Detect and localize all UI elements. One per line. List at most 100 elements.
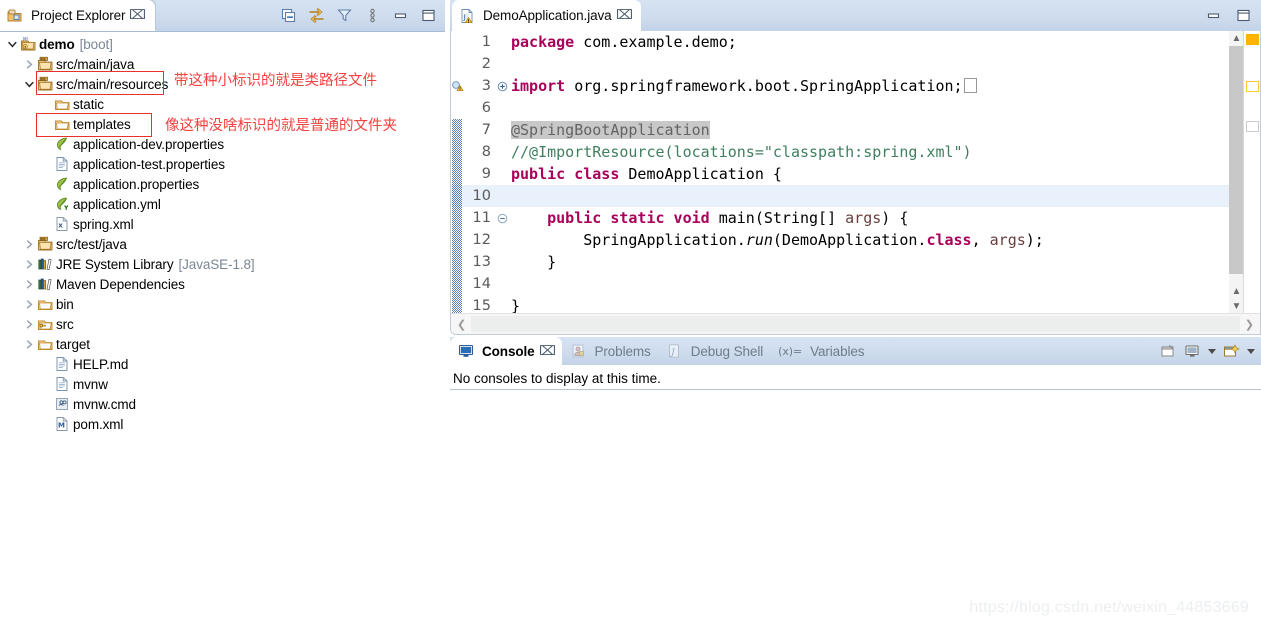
editor-body[interactable]: 1 package com.example.demo; 2 3 import org.s…	[450, 31, 1261, 335]
close-icon[interactable]: ⌧	[615, 9, 632, 22]
view-menu-icon[interactable]	[364, 7, 381, 24]
console-tab-list[interactable]: Console ⌧ Problems J Debug Shell (x)= Variable…	[450, 337, 872, 365]
tab-console[interactable]: Console ⌧	[450, 337, 563, 365]
code-line[interactable]: 7 @SpringBootApplication	[451, 119, 1244, 141]
chevron-right-icon[interactable]	[23, 298, 36, 311]
minimize-icon[interactable]	[392, 7, 409, 24]
tree-item-application-test-properties[interactable]: application-test.properties	[0, 154, 445, 174]
chevron-right-icon[interactable]	[23, 238, 36, 251]
tree-item-label: demo	[39, 36, 75, 52]
code-line[interactable]: 1 package com.example.demo;	[451, 31, 1244, 53]
chevron-down-icon[interactable]	[23, 78, 36, 91]
tree-item-mvnw[interactable]: mvnw	[0, 374, 445, 394]
new-console-view-icon[interactable]	[1223, 343, 1240, 360]
fold-expand-icon[interactable]	[495, 81, 509, 92]
chevron-right-icon[interactable]	[23, 338, 36, 351]
java-warning-icon: J	[458, 8, 475, 24]
code-lines[interactable]: 1 package com.example.demo; 2 3 import org.s…	[451, 31, 1244, 317]
code-text: @SpringBootApplication	[511, 121, 710, 139]
fold-collapse-icon[interactable]	[495, 213, 509, 224]
code-line[interactable]: 12 SpringApplication.run(DemoApplication…	[451, 229, 1244, 251]
change-bar-marker	[451, 141, 465, 163]
maven-project-icon: MJ	[19, 36, 36, 52]
text-file-icon	[53, 376, 70, 392]
code-text: package com.example.demo;	[511, 33, 737, 51]
overview-marker[interactable]	[1246, 121, 1259, 132]
scroll-down-arrow[interactable]: ▼	[1229, 299, 1244, 314]
chevron-right-icon[interactable]	[23, 278, 36, 291]
hscroll-left-arrow[interactable]: ❮	[451, 318, 472, 331]
tree-item-label: src	[56, 316, 74, 332]
library-icon	[36, 256, 53, 272]
editor-horizontal-scrollbar[interactable]: ❮ ❯	[451, 313, 1260, 334]
maximize-icon[interactable]	[420, 7, 437, 24]
console-tab-label: Variables	[810, 343, 865, 359]
tree-item-target[interactable]: target	[0, 334, 445, 354]
code-line[interactable]: 11 public static void main(String[] args…	[451, 207, 1244, 229]
tree-item-label: pom.xml	[73, 416, 124, 432]
filter-icon[interactable]	[336, 7, 353, 24]
code-line[interactable]: 3 import org.springframework.boot.SpringA…	[451, 75, 1244, 97]
editor-overview-ruler[interactable]	[1243, 31, 1260, 314]
tree-item-pom-xml[interactable]: Mpom.xml	[0, 414, 445, 434]
link-with-editor-icon[interactable]	[308, 7, 325, 24]
console-body[interactable]: No consoles to display at this time.	[450, 365, 1261, 623]
close-icon[interactable]: ⌧	[538, 345, 555, 358]
tree-item-application-properties[interactable]: application.properties	[0, 174, 445, 194]
tree-item-demo[interactable]: M Jdemo [boot]	[0, 34, 445, 54]
new-console-dropdown-icon[interactable]	[1247, 348, 1255, 354]
tab-project-explorer[interactable]: Project Explorer ⌧	[0, 0, 156, 31]
code-line[interactable]: 9 public class DemoApplication {	[451, 163, 1244, 185]
code-line[interactable]: 13 }	[451, 251, 1244, 273]
code-line[interactable]: 6	[451, 97, 1244, 119]
tree-item-src-test-java[interactable]: src/test/java	[0, 234, 445, 254]
chevron-right-icon[interactable]	[23, 258, 36, 271]
hscroll-right-arrow[interactable]: ❯	[1239, 318, 1260, 331]
scroll-up-arrow[interactable]: ▲	[1229, 31, 1244, 46]
tree-item-jre-system-library[interactable]: JRE System Library [JavaSE-1.8]	[0, 254, 445, 274]
chevron-down-icon[interactable]	[6, 38, 19, 51]
scroll-thumb[interactable]	[1229, 46, 1244, 274]
tab-demoapplication-java[interactable]: J DemoApplication.java ⌧	[452, 0, 641, 31]
tab-problems[interactable]: Problems	[562, 337, 658, 365]
text-file-icon	[53, 156, 70, 172]
tab-debug-shell[interactable]: J Debug Shell	[659, 337, 771, 365]
maximize-icon[interactable]	[1235, 7, 1252, 24]
tree-item-bin[interactable]: bin	[0, 294, 445, 314]
tree-item-static[interactable]: static	[0, 94, 445, 114]
minimize-icon[interactable]	[1205, 7, 1222, 24]
chevron-right-icon[interactable]	[23, 58, 36, 71]
hscroll-track[interactable]	[471, 316, 1240, 332]
tree-item-label: Maven Dependencies	[56, 276, 185, 292]
code-line[interactable]: 10	[451, 185, 1244, 207]
scroll-down-arrow-upper[interactable]: ▲	[1229, 284, 1244, 299]
display-selected-console-icon[interactable]	[1184, 343, 1201, 360]
console-tab-label: Console	[482, 343, 535, 359]
tree-item-application-yml[interactable]: application.yml	[0, 194, 445, 214]
chevron-right-icon[interactable]	[23, 318, 36, 331]
project-explorer-tab-label: Project Explorer	[31, 8, 126, 23]
tree-item-help-md[interactable]: HELP.md	[0, 354, 445, 374]
console-tab-label: Problems	[594, 343, 651, 359]
tree-item-src[interactable]: src	[0, 314, 445, 334]
code-line[interactable]: 8//@ImportResource(locations="classpath:…	[451, 141, 1244, 163]
close-icon[interactable]: ⌧	[129, 9, 146, 22]
code-line[interactable]: 2	[451, 53, 1244, 75]
overview-marker[interactable]	[1246, 34, 1259, 45]
problems-icon	[569, 343, 586, 359]
editor-vertical-scrollbar[interactable]: ▲ ▲ ▼	[1229, 31, 1244, 314]
overview-marker[interactable]	[1246, 81, 1259, 92]
library-icon	[36, 276, 53, 292]
tree-item-spring-xml[interactable]: x spring.xml	[0, 214, 445, 234]
tree-item-mvnw-cmd[interactable]: mvnw.cmd	[0, 394, 445, 414]
folder-icon	[36, 336, 53, 352]
tree-item-application-dev-properties[interactable]: application-dev.properties	[0, 134, 445, 154]
collapse-all-icon[interactable]	[280, 7, 297, 24]
tree-item-maven-dependencies[interactable]: Maven Dependencies	[0, 274, 445, 294]
open-console-icon[interactable]	[1160, 343, 1177, 360]
cmd-file-icon	[53, 396, 70, 412]
tab-variables[interactable]: (x)= Variables	[771, 337, 872, 365]
code-line[interactable]: 14	[451, 273, 1244, 295]
display-dropdown-icon[interactable]	[1208, 348, 1216, 354]
